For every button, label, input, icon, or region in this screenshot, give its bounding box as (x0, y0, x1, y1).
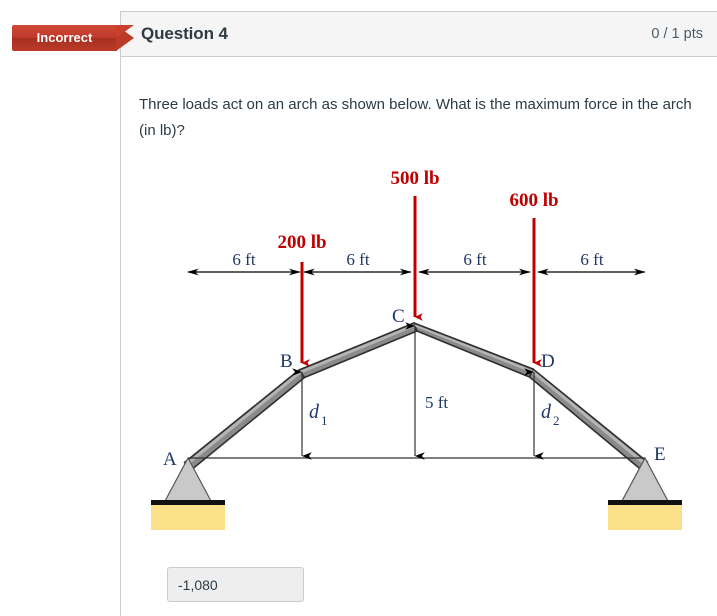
node-label-b: B (280, 351, 293, 372)
page-title: Question 4 (141, 24, 228, 43)
support-a-bar (151, 500, 225, 505)
load-label-200lb: 200 lb (277, 232, 326, 253)
node-label-a: A (163, 449, 177, 470)
node-label-c: C (392, 306, 405, 327)
height-label-5ft: 5 ft (425, 393, 448, 412)
answer-value: -1,080 (178, 577, 218, 593)
node-label-d: D (541, 351, 555, 372)
status-badge-label: Incorrect (36, 30, 93, 45)
support-e-ground (608, 505, 682, 530)
span-label-2: 6 ft (346, 250, 369, 269)
question-prompt: Three loads act on an arch as shown belo… (139, 96, 692, 139)
height-label-d2-subscript: 2 (553, 413, 560, 428)
arch-diagram: 6 ft 6 ft 6 ft 6 ft 200 lb 500 lb 600 lb (120, 160, 717, 535)
load-label-600lb: 600 lb (509, 190, 558, 211)
load-label-500lb: 500 lb (390, 168, 439, 189)
answer-input[interactable]: -1,080 (167, 567, 304, 602)
support-e (608, 456, 682, 530)
question-header: Question 4 0 / 1 pts (121, 12, 717, 57)
points-label: 0 / 1 pts (651, 26, 703, 42)
arch-members (183, 322, 649, 472)
status-badge-arrow-shade-icon (116, 25, 134, 38)
height-label-d1-symbol: d (309, 401, 320, 423)
span-label-1: 6 ft (232, 250, 255, 269)
support-a-ground (151, 505, 225, 530)
height-dimension-lines (292, 322, 544, 460)
node-label-e: E (654, 444, 666, 465)
quiz-page: Question 4 0 / 1 pts Incorrect Three loa… (0, 0, 717, 616)
member-b-c-highlight (299, 324, 415, 374)
span-label-3: 6 ft (463, 250, 486, 269)
height-label-d1-subscript: 1 (321, 413, 328, 428)
height-label-d2-symbol: d (541, 401, 552, 423)
member-c-d-highlight (414, 324, 533, 373)
load-arrows (300, 196, 542, 367)
span-label-4: 6 ft (580, 250, 603, 269)
support-e-bar (608, 500, 682, 505)
member-a-b-highlight (185, 371, 302, 466)
status-badge: Incorrect (12, 25, 140, 51)
height-label-d2: d 2 (541, 401, 560, 428)
height-label-d1: d 1 (309, 401, 328, 428)
